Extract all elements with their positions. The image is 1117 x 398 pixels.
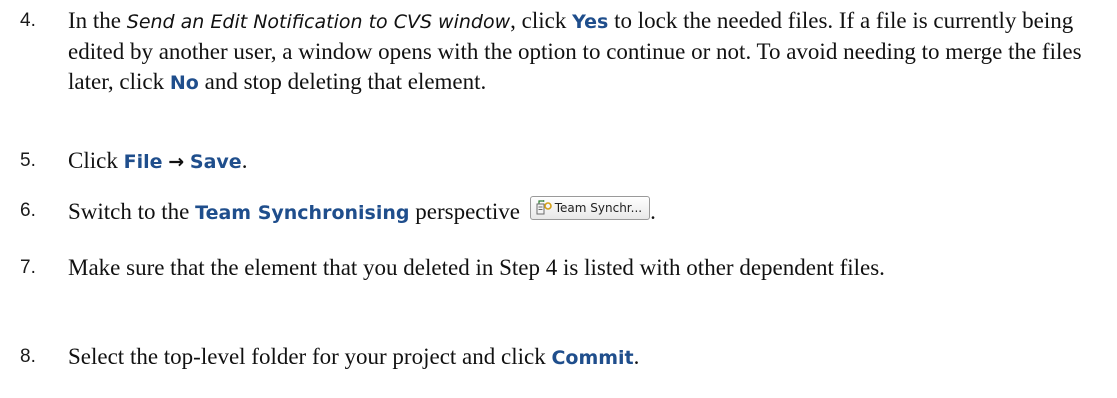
text-run: and stop deleting that element. xyxy=(198,69,487,94)
step-text: Click File → Save. xyxy=(68,146,1109,177)
window-name: Send an Edit Notification to CVS window xyxy=(126,11,511,33)
step-number: 7. xyxy=(20,257,36,278)
perspective-name: Team Synchronising xyxy=(195,202,410,224)
save-menu-ref: Save xyxy=(189,151,242,173)
text-run: perspective xyxy=(409,199,520,224)
commit-button-ref: Commit xyxy=(551,347,634,369)
text-run: . xyxy=(241,148,248,173)
file-menu-ref: File xyxy=(123,151,163,173)
text-run: . xyxy=(650,199,656,224)
arrow-right-icon: → xyxy=(168,151,185,173)
text-run: Click xyxy=(68,148,124,173)
step-text: In the Send an Edit Notification to CVS … xyxy=(68,6,1109,98)
instruction-list: 4. In the Send an Edit Notification to C… xyxy=(0,0,1117,398)
step-number: 5. xyxy=(20,150,36,171)
step-number: 4. xyxy=(20,10,36,31)
step-number: 8. xyxy=(20,346,36,367)
text-run: . xyxy=(633,344,640,369)
step-text: Switch to the Team Synchronising perspec… xyxy=(68,196,1109,228)
perspective-button-label: Team Synchr... xyxy=(554,201,643,215)
no-button-ref: No xyxy=(169,72,199,94)
text-run: In the xyxy=(68,8,127,33)
team-synchronize-perspective-button[interactable]: Team Synchr... xyxy=(529,196,651,220)
text-run: Select the top-level folder for your pro… xyxy=(68,344,552,369)
text-run: Switch to the xyxy=(68,199,196,224)
step-text: Select the top-level folder for your pro… xyxy=(68,342,1109,373)
step-number: 6. xyxy=(20,200,36,221)
text-run: , click xyxy=(510,8,573,33)
step-text: Make sure that the element that you dele… xyxy=(68,255,885,280)
yes-button-ref: Yes xyxy=(572,11,609,33)
team-synchronize-icon xyxy=(536,200,552,216)
